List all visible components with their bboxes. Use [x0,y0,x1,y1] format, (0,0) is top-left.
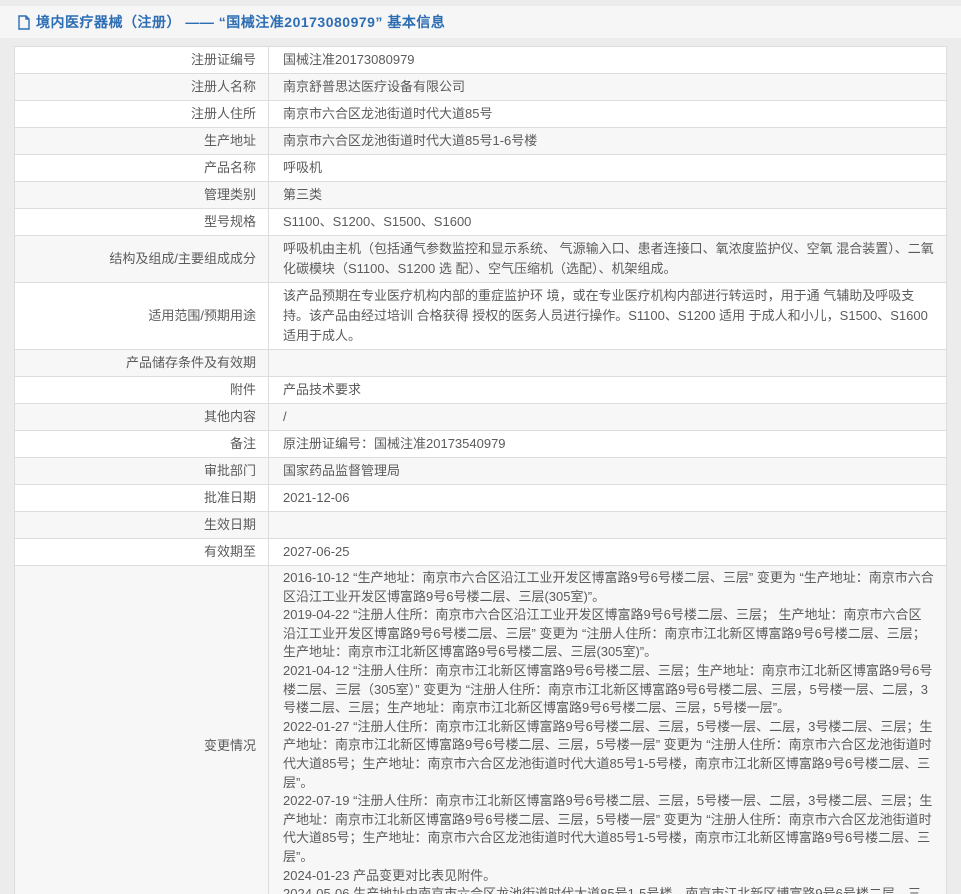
table-row: 产品名称呼吸机 [15,155,947,182]
row-label: 备注 [15,431,269,458]
page-header: 境内医疗器械（注册） —— “国械注准20173080979” 基本信息 [0,6,961,38]
table-row: 其他内容/ [15,404,947,431]
row-label: 附件 [15,377,269,404]
change-record: 2024-05-06 生产地址由南京市六合区龙池街道时代大道85号1-5号楼，南… [283,885,934,894]
row-label: 生效日期 [15,512,269,539]
row-label: 注册证编号 [15,47,269,74]
row-value: 该产品预期在专业医疗机构内部的重症监护环 境，或在专业医疗机构内部进行转运时，用… [269,283,947,350]
row-label: 有效期至 [15,539,269,566]
row-value: 南京舒普思达医疗设备有限公司 [269,74,947,101]
table-row: 生产地址南京市六合区龙池街道时代大道85号1-6号楼 [15,128,947,155]
row-label: 适用范围/预期用途 [15,283,269,350]
row-value: 南京市六合区龙池街道时代大道85号 [269,101,947,128]
registration-info-table: 注册证编号国械注准20173080979注册人名称南京舒普思达医疗设备有限公司注… [14,46,947,894]
table-row: 产品储存条件及有效期 [15,350,947,377]
row-label: 注册人住所 [15,101,269,128]
table-row: 适用范围/预期用途该产品预期在专业医疗机构内部的重症监护环 境，或在专业医疗机构… [15,283,947,350]
row-label: 型号规格 [15,209,269,236]
row-value: 呼吸机由主机（包括通气参数监控和显示系统、 气源输入口、患者连接口、氧浓度监护仪… [269,236,947,283]
change-record: 2021-04-12 “注册人住所：南京市江北新区博富路9号6号楼二层、三层；生… [283,662,934,718]
change-record: 2024-01-23 产品变更对比表见附件。 [283,867,934,886]
row-value: 2021-12-06 [269,485,947,512]
row-value: 南京市六合区龙池街道时代大道85号1-6号楼 [269,128,947,155]
row-value [269,512,947,539]
row-label: 其他内容 [15,404,269,431]
table-row: 有效期至2027-06-25 [15,539,947,566]
table-row: 附件产品技术要求 [15,377,947,404]
change-record: 2022-01-27 “注册人住所：南京市江北新区博富路9号6号楼二层、三层，5… [283,718,934,792]
row-label: 产品储存条件及有效期 [15,350,269,377]
row-value: 2027-06-25 [269,539,947,566]
table-row: 审批部门国家药品监督管理局 [15,458,947,485]
row-value: 产品技术要求 [269,377,947,404]
row-value: S1100、S1200、S1500、S1600 [269,209,947,236]
document-icon [17,15,31,30]
row-label: 生产地址 [15,128,269,155]
table-row: 结构及组成/主要组成成分呼吸机由主机（包括通气参数监控和显示系统、 气源输入口、… [15,236,947,283]
row-label: 产品名称 [15,155,269,182]
table-row: 备注原注册证编号：国械注准20173540979 [15,431,947,458]
table-row: 注册人名称南京舒普思达医疗设备有限公司 [15,74,947,101]
table-row: 变更情况 2016-10-12 “生产地址：南京市六合区沿江工业开发区博富路9号6… [15,566,947,894]
row-label: 管理类别 [15,182,269,209]
row-label: 结构及组成/主要组成成分 [15,236,269,283]
row-value: 第三类 [269,182,947,209]
row-value: / [269,404,947,431]
table-row: 生效日期 [15,512,947,539]
table-row: 注册人住所南京市六合区龙池街道时代大道85号 [15,101,947,128]
row-label: 批准日期 [15,485,269,512]
table-row: 批准日期2021-12-06 [15,485,947,512]
page: 境内医疗器械（注册） —— “国械注准20173080979” 基本信息 注册证… [0,0,961,894]
page-title: 境内医疗器械（注册） —— “国械注准20173080979” 基本信息 [36,12,445,32]
row-value: 国械注准20173080979 [269,47,947,74]
row-value: 呼吸机 [269,155,947,182]
row-value: 国家药品监督管理局 [269,458,947,485]
row-label: 审批部门 [15,458,269,485]
row-label: 注册人名称 [15,74,269,101]
change-record: 2022-07-19 “注册人住所：南京市江北新区博富路9号6号楼二层、三层，5… [283,792,934,866]
row-value: 原注册证编号：国械注准20173540979 [269,431,947,458]
table-row: 型号规格S1100、S1200、S1500、S1600 [15,209,947,236]
table-row: 注册证编号国械注准20173080979 [15,47,947,74]
change-record: 2019-04-22 “注册人住所：南京市六合区沿江工业开发区博富路9号6号楼二… [283,606,934,662]
table-row: 管理类别第三类 [15,182,947,209]
row-value [269,350,947,377]
change-record: 2016-10-12 “生产地址：南京市六合区沿江工业开发区博富路9号6号楼二层… [283,569,934,606]
row-value: 2016-10-12 “生产地址：南京市六合区沿江工业开发区博富路9号6号楼二层… [269,566,947,894]
row-label: 变更情况 [15,566,269,894]
